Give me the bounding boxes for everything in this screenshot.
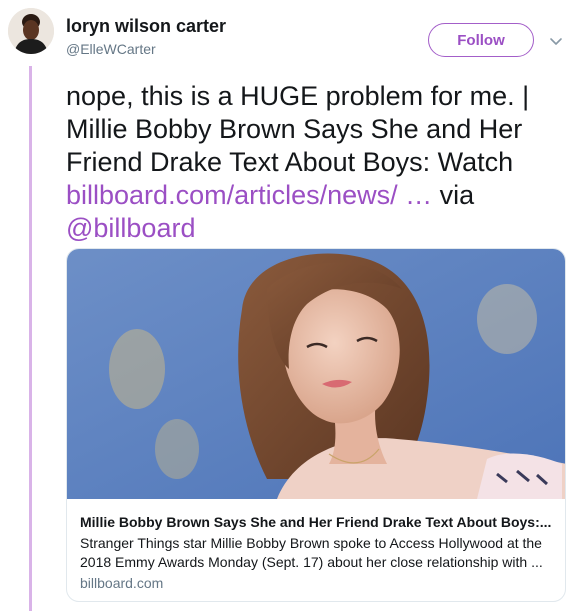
avatar[interactable] <box>8 8 54 54</box>
avatar-image <box>8 8 54 54</box>
card-description: Stranger Things star Millie Bobby Brown … <box>80 535 543 570</box>
card-image[interactable] <box>67 249 566 499</box>
link-card[interactable]: Millie Bobby Brown Says She and Her Frie… <box>66 248 566 602</box>
article-link[interactable]: billboard.com/articles/news/ <box>66 180 398 210</box>
tweet-text: nope, this is a HUGE problem for me. | M… <box>66 80 571 245</box>
chevron-down-icon[interactable] <box>548 33 564 49</box>
thread-line <box>29 66 32 611</box>
user-handle[interactable]: @ElleWCarter <box>66 41 156 57</box>
tweet-body: nope, this is a HUGE problem for me. | M… <box>66 81 530 177</box>
follow-button[interactable]: Follow <box>428 23 534 57</box>
via-text: via <box>439 180 475 210</box>
tweet-container: loryn wilson carter @ElleWCarter Follow … <box>0 0 588 611</box>
card-title[interactable]: Millie Bobby Brown Says She and Her Frie… <box>80 514 556 530</box>
display-name[interactable]: loryn wilson carter <box>66 16 226 37</box>
link-ellipsis[interactable]: … <box>405 180 432 210</box>
mention-link[interactable]: @billboard <box>66 213 195 243</box>
card-domain: billboard.com <box>80 575 164 591</box>
